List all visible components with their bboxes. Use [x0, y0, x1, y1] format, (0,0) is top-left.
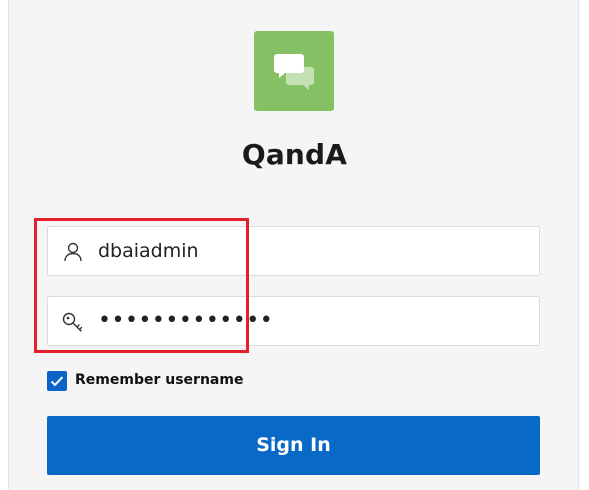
password-value: ••••••••••••• [98, 308, 274, 333]
chat-bubbles-icon [274, 54, 314, 90]
check-icon [50, 376, 64, 387]
sign-in-button[interactable]: Sign In [47, 416, 540, 475]
user-icon [64, 242, 82, 262]
remember-label: Remember username [75, 372, 244, 388]
password-field[interactable]: ••••••••••••• [47, 296, 540, 346]
username-value: dbaiadmin [98, 240, 199, 262]
app-title: QandA [241, 138, 348, 171]
key-icon [62, 312, 83, 332]
remember-checkbox[interactable] [47, 371, 67, 391]
username-field[interactable]: dbaiadmin [47, 226, 540, 276]
app-logo [254, 31, 334, 111]
